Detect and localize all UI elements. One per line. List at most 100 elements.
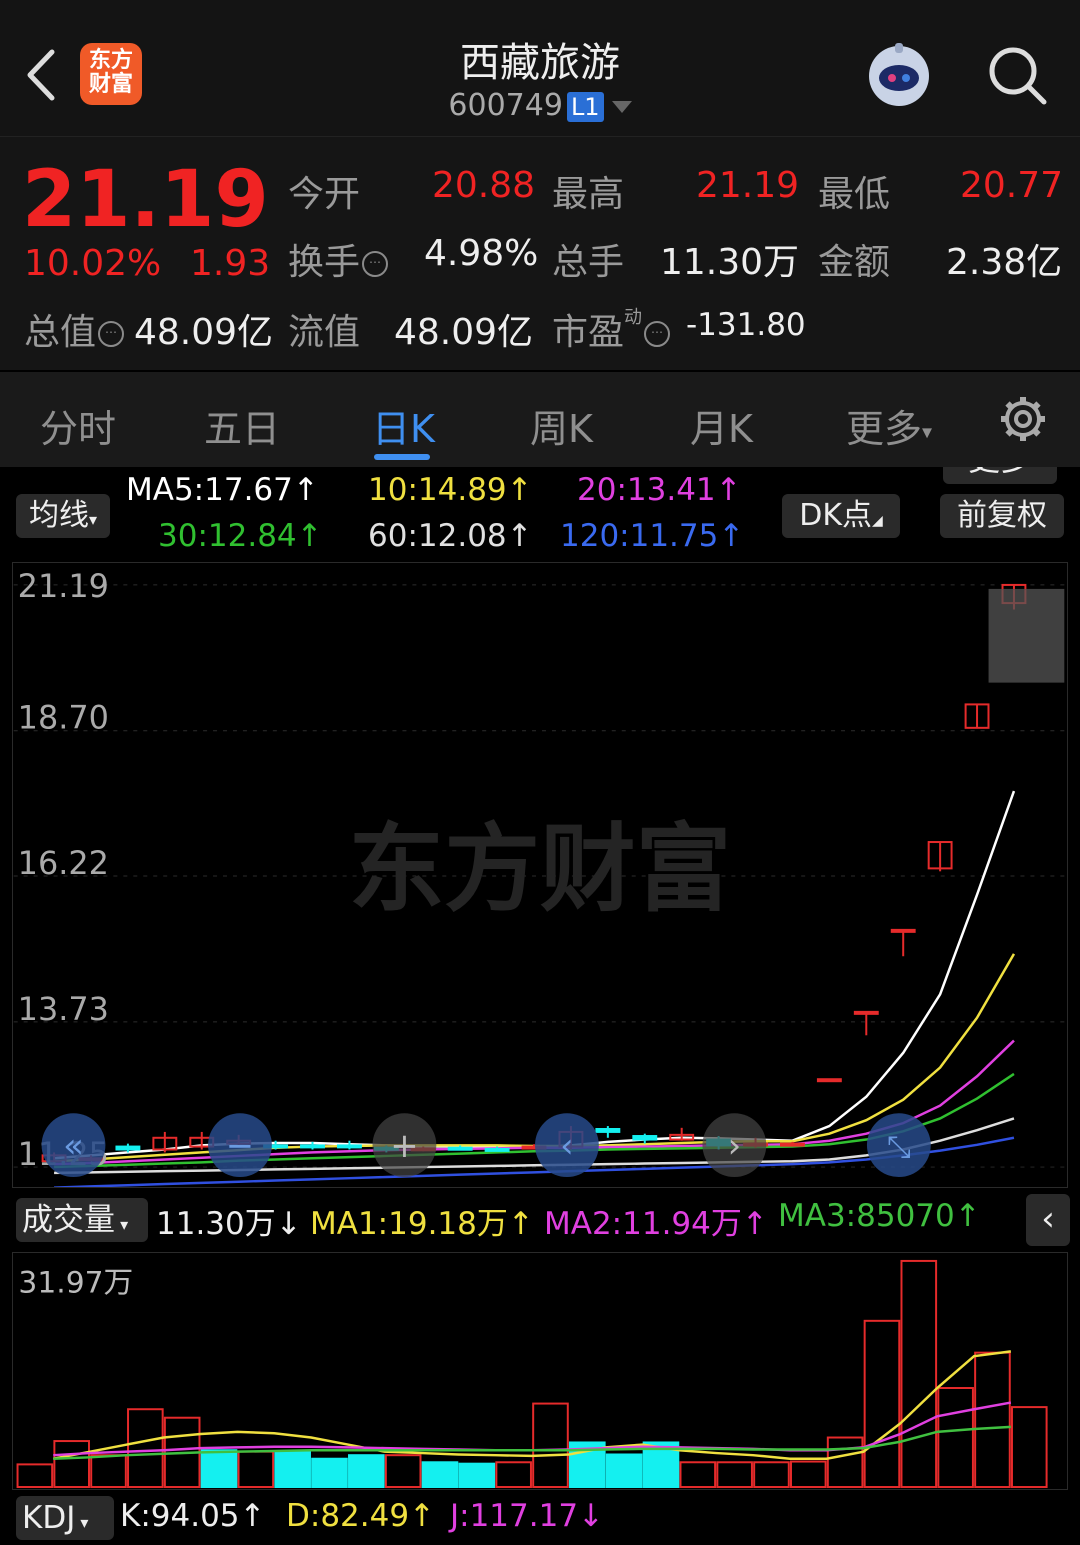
volume-bar <box>237 1450 275 1489</box>
float-cap-label: 流值 <box>288 312 361 353</box>
top-bar: 东方 财富 西藏旅游 600749 L1 <box>0 0 1080 137</box>
tab-weekly-k[interactable]: 周K <box>530 398 593 453</box>
open-value: 20.88 <box>432 165 536 206</box>
volume-bar <box>311 1457 348 1489</box>
robot-assistant-icon[interactable] <box>862 38 936 112</box>
volume-bar <box>16 1463 54 1489</box>
volume-value: 11.30万 <box>660 242 800 283</box>
watermark: 东方财富 <box>349 813 732 925</box>
volume-max-label: 31.97万 <box>18 1266 133 1301</box>
volume-bar <box>753 1461 790 1489</box>
ma-selector-button[interactable]: 均线▾ <box>16 494 110 538</box>
pe-value: -131.80 <box>686 307 806 343</box>
low-label: 最低 <box>818 174 891 215</box>
turnover-label[interactable]: 换手 ⋯ <box>288 233 389 285</box>
tab-more[interactable]: 更多▾ <box>846 398 932 453</box>
scroll-left-fast-button[interactable]: « <box>41 1113 106 1178</box>
active-tab-indicator <box>374 454 430 460</box>
volume-legend-row: 成交量 ▾ 11.30万↓ MA1:19.18万↑ MA2:11.94万↑ MA… <box>0 1190 1080 1250</box>
kdj-j: J:117.17↓ <box>450 1498 605 1534</box>
collapse-panel-button[interactable]: ‹ <box>1026 1194 1070 1246</box>
price-scale-marker <box>988 588 1065 683</box>
tab-intraday[interactable]: 分时 <box>40 398 116 453</box>
indicator-selector-volume[interactable]: 成交量 ▾ <box>16 1198 148 1242</box>
volume-bar <box>348 1454 385 1489</box>
candle-body <box>780 1142 805 1147</box>
indicator-selector-kdj[interactable]: KDJ ▾ <box>16 1496 114 1540</box>
low-value: 20.77 <box>960 165 1064 206</box>
caret-down-icon: ▾ <box>75 1513 89 1532</box>
chevron-right-icon: › <box>728 1126 742 1165</box>
chevron-left-icon: ‹ <box>1041 1199 1055 1239</box>
volume-bar <box>900 1259 938 1489</box>
stock-code: 600749 <box>448 88 563 123</box>
candle-body <box>632 1135 658 1141</box>
volume-bar <box>274 1450 311 1489</box>
kdj-indicator-label: KDJ <box>22 1500 76 1536</box>
ma-legend-row: 均线▾ MA5:17.67↑ 10:14.89↑ 20:13.41↑ 30:12… <box>0 468 1080 558</box>
candle-body <box>890 928 916 933</box>
change-percent: 10.02% <box>24 243 162 284</box>
volume-bar <box>127 1408 164 1489</box>
plus-icon: + <box>390 1126 418 1165</box>
scroll-left-button[interactable]: ‹ <box>535 1113 599 1178</box>
y-tick-label: 18.70 <box>18 699 109 737</box>
tab-five-day[interactable]: 五日 <box>204 398 280 453</box>
caret-down-icon: ▾ <box>115 1215 129 1234</box>
search-icon[interactable] <box>986 44 1048 106</box>
tab-more-label: 更多 <box>846 407 923 451</box>
volume-bar <box>53 1440 90 1489</box>
dk-point-button[interactable]: DK点◢ <box>782 494 900 538</box>
volume-label: 总手 <box>552 242 625 283</box>
pe-dynamic-mark: 动 <box>624 307 643 328</box>
float-cap-value: 48.09亿 <box>394 312 534 353</box>
volume-bar <box>532 1402 569 1489</box>
market-cap-label-text: 总值 <box>24 312 97 353</box>
last-price: 21.19 <box>22 155 269 245</box>
expand-icon: ⤡ <box>887 1130 911 1165</box>
ma-line-ma10 <box>54 953 1016 1163</box>
scroll-right-button[interactable]: › <box>702 1113 767 1178</box>
turnover-label-text: 换手 <box>288 242 361 283</box>
volume-bar <box>90 1454 127 1489</box>
ma30-value: 30:12.84↑ <box>158 518 323 554</box>
zoom-in-button[interactable]: + <box>372 1113 437 1178</box>
volume-bar <box>937 1387 974 1489</box>
gear-icon[interactable] <box>998 394 1048 444</box>
corner-triangle-icon: ◢ <box>872 513 883 529</box>
y-tick-label: 16.22 <box>18 844 109 882</box>
fullscreen-button[interactable]: ⤡ <box>866 1113 931 1178</box>
caret-down-icon: ▾ <box>88 510 98 529</box>
dropdown-triangle-icon <box>611 100 632 113</box>
volume-ma3: MA3:85070↑ <box>778 1198 981 1234</box>
kdj-k: K:94.05↑ <box>120 1498 266 1534</box>
candle-body <box>115 1145 141 1151</box>
volume-bar <box>458 1462 496 1489</box>
chevron-left-icon: ‹ <box>560 1126 574 1165</box>
kline-chart[interactable]: 东方财富 21.1918.7016.2213.7311.25 « − + ‹ ›… <box>12 562 1068 1188</box>
volume-ma-line-ma3 <box>53 1425 1011 1460</box>
kdj-legend-row: KDJ ▾ K:94.05↑ D:82.49↑ J:117.17↓ <box>0 1492 1080 1544</box>
kline-y-ticks: 21.1918.7016.2213.7311.25 <box>18 567 109 1173</box>
tab-monthly-k[interactable]: 月K <box>690 398 753 453</box>
minus-icon: − <box>226 1126 254 1165</box>
volume-chart[interactable]: 31.97万 <box>12 1252 1068 1490</box>
y-tick-label: 21.19 <box>18 567 109 605</box>
pe-label[interactable]: 市盈动⋯ <box>552 303 671 355</box>
volume-ma-line-ma1 <box>53 1350 1012 1460</box>
tab-daily-k[interactable]: 日K <box>372 398 435 453</box>
ma60-value: 60:12.08↑ <box>368 518 533 554</box>
y-tick-label: 13.73 <box>18 990 109 1028</box>
market-cap-label[interactable]: 总值 ⋯ <box>24 303 125 355</box>
info-dots-icon: ⋯ <box>98 321 125 347</box>
volume-bar <box>863 1319 901 1489</box>
forward-adjust-button[interactable]: 前复权 <box>940 494 1064 538</box>
volume-bar <box>826 1436 864 1489</box>
amount-value: 2.38亿 <box>946 242 1063 283</box>
candle-body <box>484 1147 510 1152</box>
candle-body <box>816 1078 842 1083</box>
ma-selector-label: 均线 <box>28 498 89 533</box>
info-dots-icon: ⋯ <box>362 251 389 277</box>
candle-body <box>595 1127 621 1133</box>
zoom-out-button[interactable]: − <box>208 1113 272 1178</box>
